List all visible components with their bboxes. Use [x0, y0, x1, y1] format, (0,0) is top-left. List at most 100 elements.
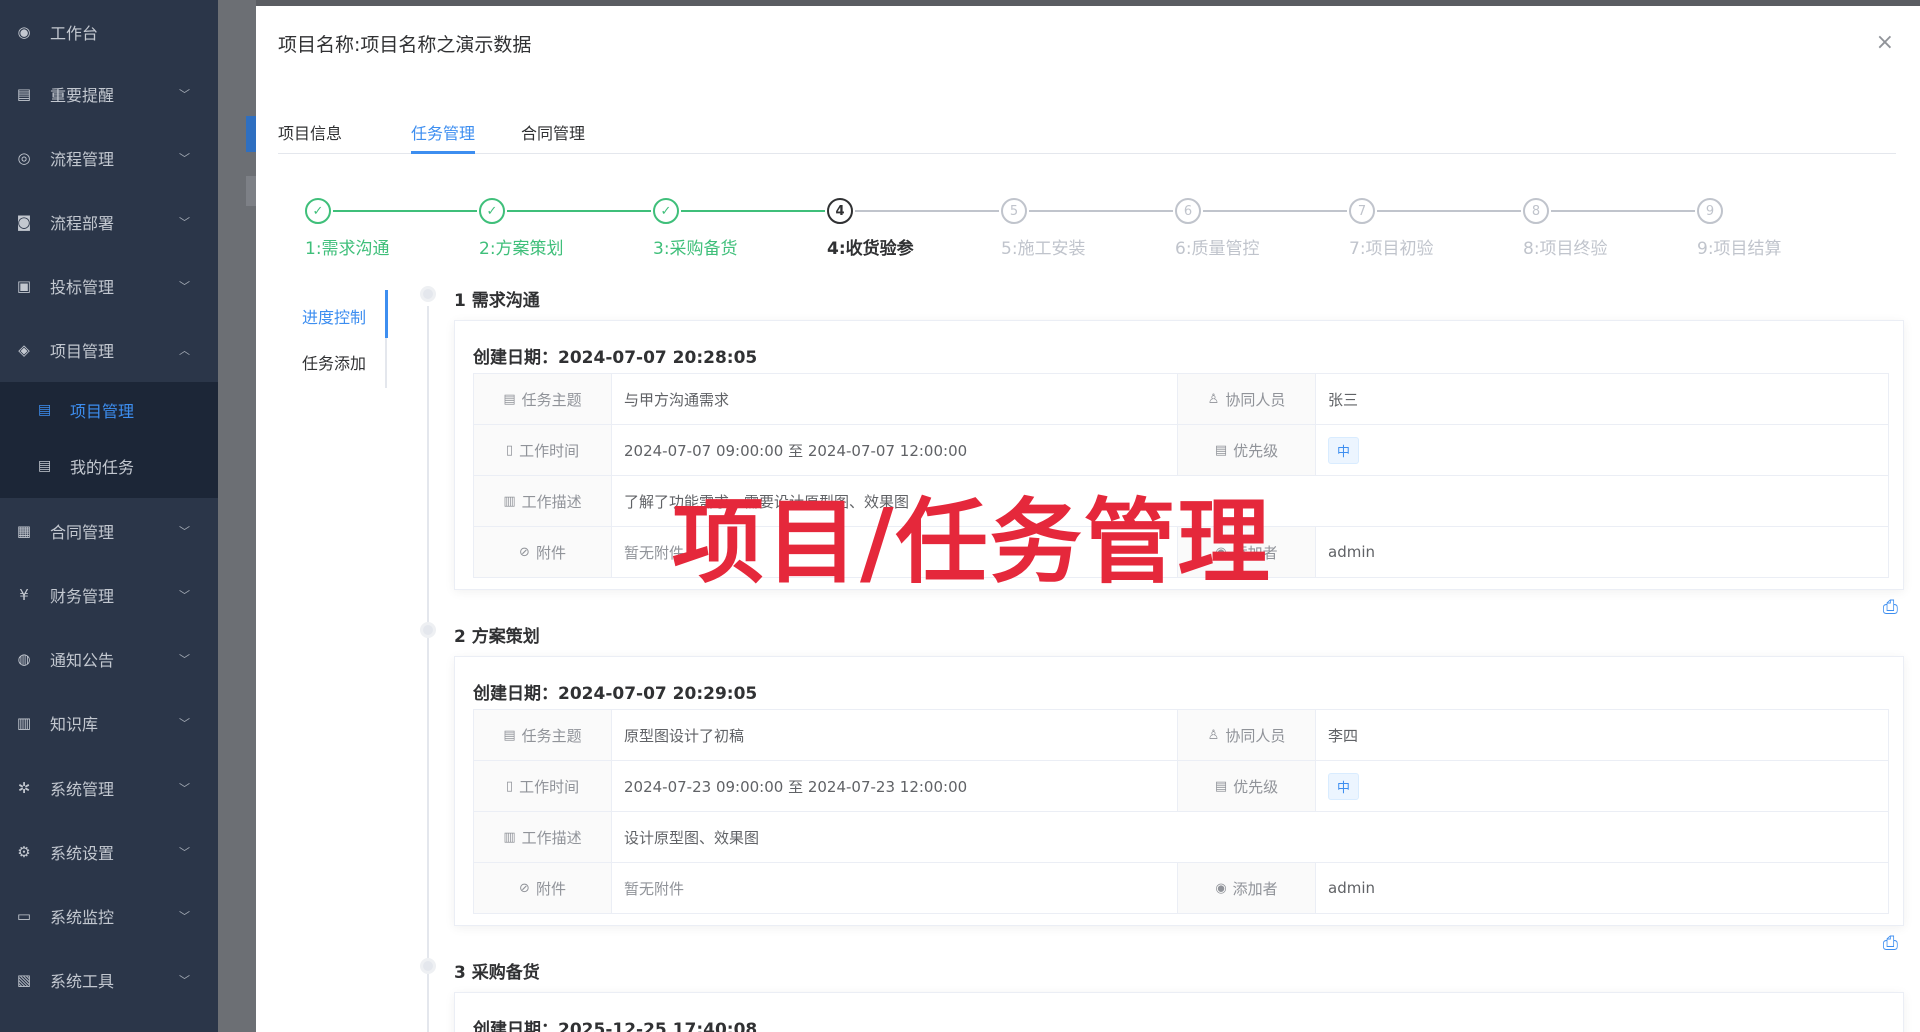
sidebar-item-label: 财务管理: [50, 587, 115, 606]
dialog-title: 项目名称:项目名称之演示数据: [278, 34, 532, 56]
added-by-value: admin: [1316, 863, 1889, 913]
gear-icon: ✲: [17, 779, 31, 797]
toolbox-icon: ▧: [16, 971, 32, 989]
deploy-icon: ◙: [16, 213, 32, 231]
submenu-item-1[interactable]: ▤ 我的任务: [0, 438, 218, 494]
sidebar-item-4[interactable]: ▣ 投标管理 ﹀: [0, 254, 218, 318]
sidebar-item-10[interactable]: ✲ 系统管理 ﹀: [0, 756, 218, 820]
sidebar-item-label: 投标管理: [50, 278, 115, 297]
sidebar-item-3[interactable]: ◙ 流程部署 ﹀: [0, 190, 218, 254]
contract-icon: ▦: [16, 522, 32, 540]
sidebar-item-12[interactable]: ▭ 系统监控 ﹀: [0, 884, 218, 948]
document-icon: ▤: [38, 458, 52, 474]
tab-add-task[interactable]: 任务添加: [302, 350, 366, 374]
description-label-cell: ▥ 工作描述: [474, 812, 612, 862]
work-time-label-cell: ▯ 工作时间: [474, 761, 612, 811]
background-button: [246, 116, 256, 152]
attachment-value: 暂无附件: [612, 863, 1178, 913]
sidebar-item-label: 通知公告: [50, 651, 115, 670]
user-icon: ♙: [1207, 727, 1220, 743]
submenu-item-0[interactable]: ▤ 项目管理: [0, 382, 218, 438]
sidebar-item-label: 工作台: [50, 24, 99, 43]
subject-icon: ▤: [503, 391, 516, 407]
collaborator-label: 协同人员: [1225, 390, 1286, 409]
sidebar-item-11[interactable]: ⚙ 系统设置 ﹀: [0, 820, 218, 884]
chevron-down-icon: ﹀: [179, 152, 190, 165]
description-label: 工作描述: [521, 828, 582, 847]
project-dialog: 项目名称:项目名称之演示数据 × 项目信息 任务管理 合同管理 ✓ 1:需求沟通 ✓…: [256, 6, 1920, 1032]
close-icon[interactable]: ×: [1876, 30, 1894, 55]
chevron-down-icon: ﹀: [179, 846, 190, 859]
added-by-value: admin: [1316, 527, 1889, 577]
collaborator-label-cell: ♙ 协同人员: [1178, 710, 1316, 760]
priority-badge: 中: [1328, 436, 1360, 464]
attachment-label: 附件: [535, 879, 566, 898]
chevron-down-icon: ﹀: [179, 589, 190, 602]
sidebar-item-9[interactable]: ▥ 知识库 ﹀: [0, 691, 218, 755]
priority-label: 优先级: [1233, 441, 1279, 460]
priority-value-cell: 中: [1316, 761, 1889, 811]
tab-task-management[interactable]: 任务管理: [411, 120, 475, 144]
phone-icon: ▯: [505, 778, 514, 794]
created-date: 创建日期：2024-07-07 20:29:05: [473, 684, 758, 704]
sidebar-item-7[interactable]: ¥ 财务管理 ﹀: [0, 563, 218, 627]
sidebar: ◉ 工作台 ▤ 重要提醒 ﹀ ◎ 流程管理 ﹀ ◙ 流程部署 ﹀ ▣ 投标管理 ﹀ ◈ 项目管理 ︿ ▦ 合同管理 ﹀…: [0, 0, 218, 1032]
added-by-label: 添加者: [1232, 879, 1278, 898]
chevron-down-icon: ﹀: [179, 88, 190, 101]
description-label: 工作描述: [521, 492, 582, 511]
yen-icon: ¥: [19, 586, 29, 604]
printer-icon[interactable]: ⎙: [1883, 932, 1898, 954]
chevron-down-icon: ﹀: [179, 782, 190, 795]
subject-label-cell: ▤ 任务主题: [474, 710, 612, 760]
priority-icon: ▤: [1214, 442, 1228, 458]
sidebar-item-1[interactable]: ▤ 重要提醒 ﹀: [0, 62, 218, 126]
step-number-icon: 5: [1001, 198, 1027, 224]
step-number-icon: 7: [1349, 198, 1375, 224]
step-label: 4:收货验参: [827, 239, 914, 259]
sidebar-item-8[interactable]: ◍ 通知公告 ﹀: [0, 627, 218, 691]
step-number-icon: 6: [1175, 198, 1201, 224]
priority-badge: 中: [1328, 772, 1360, 800]
step-connector: [1029, 210, 1173, 212]
sidebar-item-label: 流程管理: [50, 150, 115, 169]
step-number-icon: 4: [827, 198, 853, 224]
tab-contract-management[interactable]: 合同管理: [521, 120, 585, 144]
tab-progress-control[interactable]: 进度控制: [302, 304, 366, 328]
work-time-label: 工作时间: [519, 441, 580, 460]
step-label: 5:施工安装: [1001, 239, 1086, 259]
step-connector: [1377, 210, 1521, 212]
collaborator-label-cell: ♙ 协同人员: [1178, 374, 1316, 424]
sidebar-item-label: 系统监控: [50, 908, 115, 927]
attachment-label-cell: ⊘ 附件: [474, 863, 612, 913]
created-date: 创建日期：2025-12-25 17:40:08: [473, 1020, 758, 1032]
tab-project-info[interactable]: 项目信息: [278, 120, 342, 144]
sidebar-item-0[interactable]: ◉ 工作台: [0, 0, 218, 64]
table-row: ▥ 工作描述 设计原型图、效果图: [474, 812, 1889, 863]
sidebar-item-13[interactable]: ▧ 系统工具 ﹀: [0, 948, 218, 1012]
sidebar-item-6[interactable]: ▦ 合同管理 ﹀: [0, 499, 218, 563]
description-label-cell: ▥ 工作描述: [474, 476, 612, 526]
sidebar-item-label: 系统设置: [50, 844, 115, 863]
step-label: 8:项目终验: [1523, 239, 1608, 259]
chevron-down-icon: ﹀: [179, 280, 190, 293]
project-icon: ◈: [18, 341, 30, 359]
subject-label: 任务主题: [521, 390, 582, 409]
sidebar-item-label: 流程部署: [50, 214, 115, 233]
chevron-down-icon: ﹀: [179, 910, 190, 923]
phone-icon: ▯: [505, 442, 514, 458]
step-label: 6:质量管控: [1175, 239, 1260, 259]
side-tabs: 进度控制 任务添加: [256, 286, 388, 388]
printer-icon[interactable]: ⎙: [1883, 596, 1898, 618]
work-time-label: 工作时间: [519, 777, 580, 796]
sidebar-item-label: 合同管理: [50, 523, 115, 542]
sidebar-item-5[interactable]: ◈ 项目管理 ︿: [0, 318, 218, 382]
table-row: ▤ 任务主题 与甲方沟通需求 ♙ 协同人员 张三: [474, 374, 1889, 425]
collaborator-value: 张三: [1316, 374, 1889, 424]
step-number-icon: 9: [1697, 198, 1723, 224]
book-icon: ▥: [16, 714, 32, 732]
work-time-value: 2024-07-23 09:00:00 至 2024-07-23 12:00:0…: [612, 761, 1178, 811]
submenu-item-label: 项目管理: [70, 402, 135, 421]
sidebar-item-2[interactable]: ◎ 流程管理 ﹀: [0, 126, 218, 190]
watermark-caption: 项目/任务管理: [672, 489, 1272, 596]
priority-label-cell: ▤ 优先级: [1178, 761, 1316, 811]
